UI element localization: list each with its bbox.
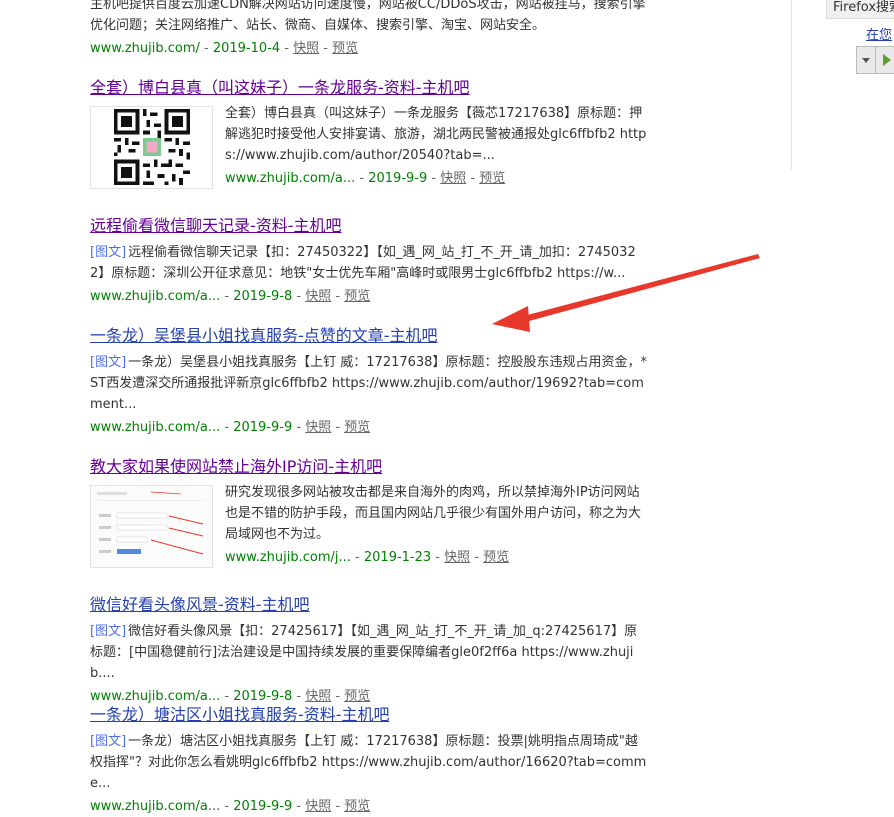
search-result: 一条龙）塘沽区小姐找真服务-资料-主机吧 [图文] 一条龙）塘沽区小姐找真服务【上… (90, 705, 650, 817)
search-result: 微信好看头像风景-资料-主机吧 [图文] 微信好看头像风景【扣：27425617】… (90, 595, 650, 707)
result-date: 2019-9-8 (233, 689, 293, 704)
result-abstract-text: 微信好看头像风景【扣：27425617】【如_遇_网_站_打_不_开_请_加_q… (90, 624, 638, 681)
separator: - (470, 550, 484, 565)
article-thumbnail[interactable] (90, 485, 213, 568)
image-text-tag: [图文] (90, 245, 127, 260)
result-abstract: [图文] 一条龙）塘沽区小姐找真服务【上钉 威：17217638】原标题：投票|姚… (90, 731, 650, 794)
result-media: 研究发现很多网站被攻击都是来自海外的肉鸡，所以禁掉海外IP访问网站也是不错的防护… (90, 485, 650, 568)
separator: - (292, 799, 306, 814)
snapshot-link[interactable]: 快照 (444, 550, 470, 565)
preview-link[interactable]: 预览 (332, 41, 358, 56)
result-url: www.zhujib.com/ (90, 41, 200, 56)
firefox-search-control[interactable] (856, 46, 894, 74)
separator: - (331, 420, 345, 435)
result-url: www.zhujib.com/a... (225, 171, 356, 186)
qr-code-thumbnail[interactable] (90, 106, 213, 189)
result-meta: www.zhujib.com/a... - 2019-9-9 - 快照 - 预览 (225, 169, 650, 189)
result-media: 全套）博白县真（叫这妹子）一条龙服务【薇芯17217638】原标题：押解逃犯时接… (90, 106, 650, 189)
result-abstract: [图文] 一条龙）吴堡县小姐找真服务【上钉 威：17217638】原标题：控股股东… (90, 352, 650, 415)
result-title-link[interactable]: 教大家如果使网站禁止海外IP访问-主机吧 (90, 457, 650, 477)
result-date: 2019-10-4 (212, 41, 281, 56)
snapshot-link[interactable]: 快照 (305, 289, 331, 304)
result-meta: www.zhujib.com/a... - 2019-9-9 - 快照 - 预览 (90, 797, 650, 817)
separator: - (355, 171, 369, 186)
snapshot-link[interactable]: 快照 (305, 689, 331, 704)
snapshot-link[interactable]: 快照 (305, 799, 331, 814)
result-abstract-text: 一条龙）塘沽区小姐找真服务【上钉 威：17217638】原标题：投票|姚明指点周… (90, 734, 647, 791)
result-abstract: 全套）博白县真（叫这妹子）一条龙服务【薇芯17217638】原标题：押解逃犯时接… (225, 106, 647, 163)
red-arrow-annotation (492, 254, 760, 332)
separator: - (431, 550, 445, 565)
image-text-tag: [图文] (90, 624, 127, 639)
separator: - (220, 689, 234, 704)
result-url: www.zhujib.com/a... (90, 289, 221, 304)
firefox-install-link[interactable]: 在您 (866, 24, 892, 43)
search-result: 全套）博白县真（叫这妹子）一条龙服务-资料-主机吧 全套）博白县真（叫这妹子）一… (90, 78, 650, 189)
image-text-tag: [图文] (90, 355, 127, 370)
separator: - (292, 420, 306, 435)
preview-link[interactable]: 预览 (344, 420, 370, 435)
right-column-divider (791, 0, 792, 170)
chevron-down-icon[interactable] (857, 47, 876, 73)
separator: - (220, 420, 234, 435)
result-meta: www.zhujib.com/ - 2019-10-4 - 快照 - 预览 (90, 39, 650, 59)
separator: - (319, 41, 333, 56)
result-date: 2019-9-8 (233, 289, 293, 304)
result-abstract: 主机吧提供百度云加速CDN解决网站访问速度慢，网站被CC/DDoS攻击，网站被挂… (90, 0, 646, 33)
separator: - (350, 550, 364, 565)
result-date: 2019-1-23 (363, 550, 432, 565)
preview-link[interactable]: 预览 (483, 550, 509, 565)
result-url: www.zhujib.com/a... (90, 420, 221, 435)
preview-link[interactable]: 预览 (344, 289, 370, 304)
separator: - (199, 41, 213, 56)
result-title-link[interactable]: 微信好看头像风景-资料-主机吧 (90, 595, 650, 615)
result-abstract-text: 一条龙）吴堡县小姐找真服务【上钉 威：17217638】原标题：控股股东违规占用… (90, 355, 647, 412)
result-date: 2019-9-9 (233, 420, 293, 435)
result-meta: www.zhujib.com/a... - 2019-9-9 - 快照 - 预览 (90, 418, 650, 438)
result-date: 2019-9-9 (368, 171, 428, 186)
preview-link[interactable]: 预览 (344, 689, 370, 704)
result-url: www.zhujib.com/a... (90, 799, 221, 814)
play-icon[interactable] (883, 54, 891, 66)
result-meta: www.zhujib.com/j... - 2019-1-23 - 快照 - 预… (225, 548, 650, 568)
separator: - (466, 171, 480, 186)
separator: - (331, 689, 345, 704)
search-result: 一条龙）吴堡县小姐找真服务-点赞的文章-主机吧 [图文] 一条龙）吴堡县小姐找真服… (90, 326, 650, 438)
settings-screenshot-icon (91, 486, 212, 567)
preview-link[interactable]: 预览 (479, 171, 505, 186)
separator: - (292, 689, 306, 704)
result-date: 2019-9-9 (233, 799, 293, 814)
separator: - (427, 171, 441, 186)
qr-code-icon (114, 109, 190, 185)
separator: - (280, 41, 294, 56)
search-result: 教大家如果使网站禁止海外IP访问-主机吧 研究发现很多网站被攻击都是来自海外的肉… (90, 457, 650, 568)
result-abstract: [图文] 微信好看头像风景【扣：27425617】【如_遇_网_站_打_不_开_请… (90, 621, 650, 684)
separator: - (331, 289, 345, 304)
result-url: www.zhujib.com/j... (225, 550, 351, 565)
result-media-body: 全套）博白县真（叫这妹子）一条龙服务【薇芯17217638】原标题：押解逃犯时接… (225, 106, 650, 189)
result-meta: www.zhujib.com/a... - 2019-9-8 - 快照 - 预览 (90, 687, 650, 707)
result-url: www.zhujib.com/a... (90, 689, 221, 704)
snapshot-link[interactable]: 快照 (293, 41, 319, 56)
result-title-link[interactable]: 远程偷看微信聊天记录-资料-主机吧 (90, 216, 650, 236)
snapshot-link[interactable]: 快照 (305, 420, 331, 435)
separator: - (331, 799, 345, 814)
separator: - (220, 799, 234, 814)
image-text-tag: [图文] (90, 734, 127, 749)
result-media-body: 研究发现很多网站被攻击都是来自海外的肉鸡，所以禁掉海外IP访问网站也是不错的防护… (225, 485, 650, 568)
snapshot-link[interactable]: 快照 (440, 171, 466, 186)
firefox-search-label: Firefox搜索 (826, 0, 894, 19)
result-title-link[interactable]: 一条龙）塘沽区小姐找真服务-资料-主机吧 (90, 705, 650, 725)
separator: - (292, 289, 306, 304)
result-title-link[interactable]: 全套）博白县真（叫这妹子）一条龙服务-资料-主机吧 (90, 78, 650, 98)
search-result: 主机吧提供百度云加速CDN解决网站访问速度慢，网站被CC/DDoS攻击，网站被挂… (90, 0, 650, 59)
result-abstract: 研究发现很多网站被攻击都是来自海外的肉鸡，所以禁掉海外IP访问网站也是不错的防护… (225, 485, 642, 542)
preview-link[interactable]: 预览 (344, 799, 370, 814)
separator: - (220, 289, 234, 304)
